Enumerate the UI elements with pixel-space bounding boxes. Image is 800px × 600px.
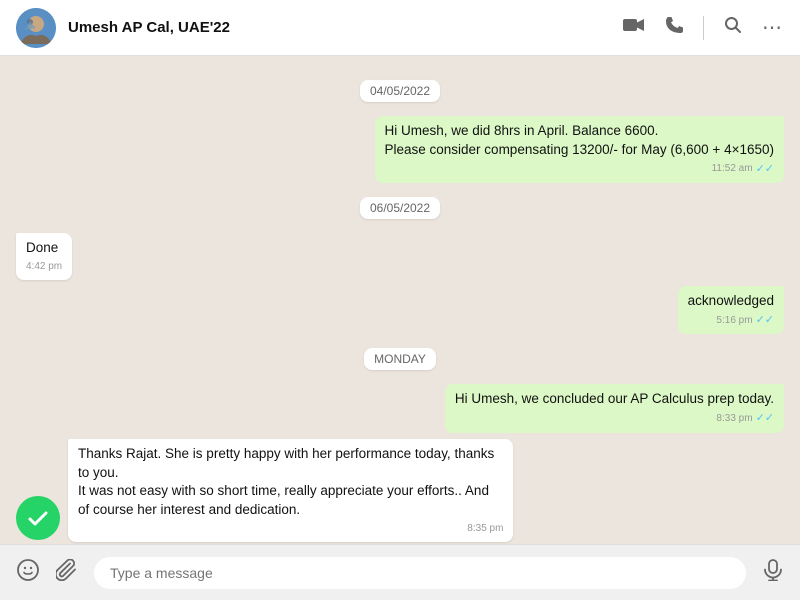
date-separator-monday: MONDAY bbox=[16, 348, 784, 370]
message-footer: 8:33 pm ✓✓ bbox=[455, 411, 774, 426]
message-footer: 4:42 pm bbox=[26, 260, 62, 274]
message-text: acknowledged bbox=[688, 292, 774, 311]
date-label-1: 04/05/2022 bbox=[360, 80, 440, 102]
microphone-icon[interactable] bbox=[762, 559, 784, 587]
message-bubble: Hi Umesh, we concluded our AP Calculus p… bbox=[445, 384, 784, 432]
date-label-monday: MONDAY bbox=[364, 348, 436, 370]
message-footer: 8:35 pm bbox=[78, 522, 503, 536]
video-call-icon[interactable] bbox=[623, 17, 645, 38]
date-label-2: 06/05/2022 bbox=[360, 197, 440, 219]
message-row-with-icon: Thanks Rajat. She is pretty happy with h… bbox=[16, 439, 784, 543]
message-footer: 11:52 am ✓✓ bbox=[385, 162, 775, 177]
message-bubble: Thanks Rajat. She is pretty happy with h… bbox=[68, 439, 513, 543]
message-input-bar bbox=[0, 544, 800, 600]
attach-icon[interactable] bbox=[56, 559, 78, 587]
contact-name: Umesh AP Cal, UAE'22 bbox=[68, 19, 623, 36]
header-divider bbox=[703, 16, 704, 40]
chat-messages: 04/05/2022 Hi Umesh, we did 8hrs in Apri… bbox=[0, 56, 800, 544]
message-row: Done 4:42 pm bbox=[16, 233, 784, 280]
message-text: Thanks Rajat. She is pretty happy with h… bbox=[78, 445, 503, 521]
date-separator-1: 04/05/2022 bbox=[16, 80, 784, 102]
message-text: Done bbox=[26, 239, 62, 258]
message-bubble: acknowledged 5:16 pm ✓✓ bbox=[678, 286, 784, 334]
message-text: Hi Umesh, we did 8hrs in April. Balance … bbox=[385, 122, 775, 160]
date-separator-2: 06/05/2022 bbox=[16, 197, 784, 219]
message-row: Hi Umesh, we concluded our AP Calculus p… bbox=[16, 384, 784, 432]
message-bubble: Done 4:42 pm bbox=[16, 233, 72, 280]
header-actions: ⋯ bbox=[623, 15, 784, 40]
message-time: 5:16 pm bbox=[716, 314, 752, 328]
message-text: Hi Umesh, we concluded our AP Calculus p… bbox=[455, 390, 774, 409]
message-input[interactable] bbox=[94, 557, 746, 589]
check-circle-icon bbox=[16, 496, 60, 540]
message-footer: 5:16 pm ✓✓ bbox=[688, 313, 774, 328]
phone-icon[interactable] bbox=[665, 16, 683, 39]
message-row: Hi Umesh, we did 8hrs in April. Balance … bbox=[16, 116, 784, 183]
message-time: 8:33 pm bbox=[716, 412, 752, 426]
message-ticks: ✓✓ bbox=[756, 313, 774, 328]
message-bubble: Hi Umesh, we did 8hrs in April. Balance … bbox=[375, 116, 785, 183]
avatar[interactable] bbox=[16, 8, 56, 48]
message-row: acknowledged 5:16 pm ✓✓ bbox=[16, 286, 784, 334]
message-time: 11:52 am bbox=[712, 162, 753, 176]
message-ticks: ✓✓ bbox=[756, 411, 774, 426]
message-ticks: ✓✓ bbox=[756, 162, 774, 177]
message-time: 4:42 pm bbox=[26, 260, 62, 274]
emoji-icon[interactable] bbox=[16, 558, 40, 588]
chat-header: Umesh AP Cal, UAE'22 ⋯ bbox=[0, 0, 800, 56]
more-options-icon[interactable]: ⋯ bbox=[762, 15, 784, 40]
search-icon[interactable] bbox=[724, 16, 742, 39]
message-time: 8:35 pm bbox=[467, 522, 503, 536]
